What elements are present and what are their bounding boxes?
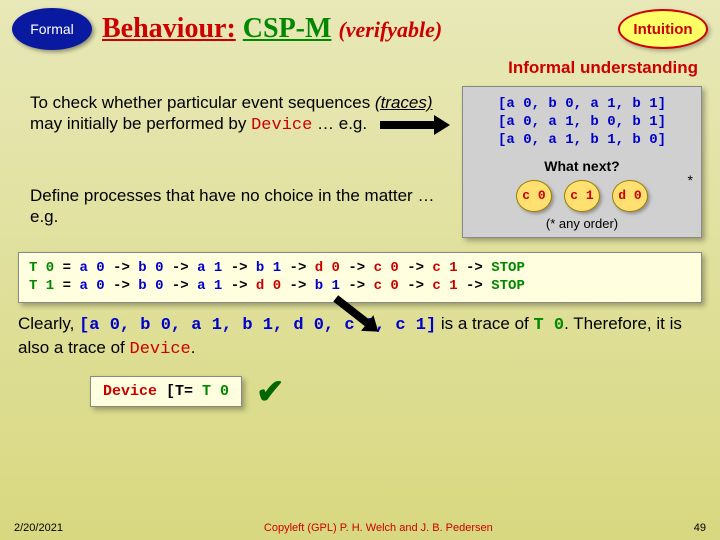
star-icon: * bbox=[688, 172, 693, 188]
informal-label: Informal understanding bbox=[0, 54, 720, 80]
any-order-note: (* any order) bbox=[473, 216, 691, 231]
trace-list: [a 0, b 0, a 1, b 1] [a 0, a 1, b 0, b 1… bbox=[473, 95, 691, 150]
footer-page: 49 bbox=[694, 522, 706, 534]
mid-section: To check whether particular event sequen… bbox=[0, 80, 720, 238]
clearly-a: Clearly, bbox=[18, 314, 79, 333]
code-ar2: -> bbox=[163, 260, 197, 276]
code-ar5: -> bbox=[340, 260, 374, 276]
code-ar1: -> bbox=[105, 260, 139, 276]
paragraph-1: To check whether particular event sequen… bbox=[30, 92, 454, 137]
code-arb5: -> bbox=[340, 278, 374, 294]
code-d0b: d 0 bbox=[256, 278, 281, 294]
refinement-row: Device [T= T 0 ✔ bbox=[90, 372, 720, 412]
code-eq1: = bbox=[54, 260, 79, 276]
code-d0: d 0 bbox=[315, 260, 340, 276]
checkmark-icon: ✔ bbox=[256, 372, 285, 412]
code-b1b: b 1 bbox=[315, 278, 340, 294]
code-t1: T 1 bbox=[29, 278, 54, 294]
footer-copyleft: Copyleft (GPL) P. H. Welch and J. B. Ped… bbox=[264, 522, 493, 534]
code-a0b: a 0 bbox=[79, 278, 104, 294]
slide-header: Formal Behaviour: CSP-M (verifyable) Int… bbox=[0, 0, 720, 54]
code-arb2: -> bbox=[163, 278, 197, 294]
paragraph-2: Define processes that have no choice in … bbox=[30, 185, 454, 228]
code-ar3: -> bbox=[222, 260, 256, 276]
what-next-label: What next? bbox=[473, 158, 691, 174]
arrow-right-icon bbox=[380, 117, 450, 133]
refine-device: Device bbox=[103, 383, 157, 400]
clearly-device: Device bbox=[130, 340, 191, 359]
para1-device: Device bbox=[251, 116, 312, 135]
para1-traces: (traces) bbox=[375, 93, 433, 112]
refine-t0: T 0 bbox=[202, 383, 229, 400]
code-arb6: -> bbox=[399, 278, 433, 294]
code-eq2: = bbox=[54, 278, 79, 294]
code-ar7: -> bbox=[458, 260, 492, 276]
code-arb4: -> bbox=[281, 278, 315, 294]
code-ar6: -> bbox=[399, 260, 433, 276]
code-arb1: -> bbox=[105, 278, 139, 294]
code-t0: T 0 bbox=[29, 260, 54, 276]
code-b1: b 1 bbox=[256, 260, 281, 276]
code-b0: b 0 bbox=[138, 260, 163, 276]
title-behaviour: Behaviour: bbox=[102, 13, 236, 44]
circle-c0: c 0 bbox=[516, 180, 552, 212]
event-circles: c 0 c 1 d 0 * bbox=[473, 180, 691, 212]
clearly-t0: T 0 bbox=[533, 316, 564, 335]
refine-op: [T= bbox=[157, 383, 202, 400]
intuition-badge: Intuition bbox=[618, 9, 708, 49]
code-arb7: -> bbox=[458, 278, 492, 294]
code-c0b: c 0 bbox=[374, 278, 399, 294]
code-arb3: -> bbox=[222, 278, 256, 294]
code-b0b: b 0 bbox=[138, 278, 163, 294]
code-ar4: -> bbox=[281, 260, 315, 276]
code-c1b: c 1 bbox=[432, 278, 457, 294]
clearly-d: . bbox=[191, 338, 196, 357]
code-a0: a 0 bbox=[79, 260, 104, 276]
para1-c: … e.g. bbox=[312, 114, 367, 133]
para1-b: may initially be performed by bbox=[30, 114, 251, 133]
code-a1b: a 1 bbox=[197, 278, 222, 294]
para1-a: To check whether particular event sequen… bbox=[30, 93, 375, 112]
code-c1: c 1 bbox=[432, 260, 457, 276]
title-verifyable: (verifyable) bbox=[338, 17, 442, 42]
process-definitions: T 0 = a 0 -> b 0 -> a 1 -> b 1 -> d 0 ->… bbox=[18, 252, 702, 304]
title-csp: CSP-M bbox=[243, 13, 332, 44]
code-stop1: STOP bbox=[491, 260, 525, 276]
slide-title: Behaviour: CSP-M (verifyable) bbox=[102, 13, 608, 45]
circle-d0: d 0 bbox=[612, 180, 648, 212]
circle-c1: c 1 bbox=[564, 180, 600, 212]
refinement-box: Device [T= T 0 bbox=[90, 376, 242, 407]
code-c0: c 0 bbox=[374, 260, 399, 276]
traces-box: [a 0, b 0, a 1, b 1] [a 0, a 1, b 0, b 1… bbox=[462, 86, 702, 238]
footer-date: 2/20/2021 bbox=[14, 522, 63, 534]
code-stop2: STOP bbox=[491, 278, 525, 294]
clearly-b: is a trace of bbox=[436, 314, 533, 333]
formal-badge: Formal bbox=[12, 8, 92, 50]
left-column: To check whether particular event sequen… bbox=[30, 86, 454, 238]
slide-footer: 2/20/2021 Copyleft (GPL) P. H. Welch and… bbox=[0, 522, 720, 534]
code-a1: a 1 bbox=[197, 260, 222, 276]
